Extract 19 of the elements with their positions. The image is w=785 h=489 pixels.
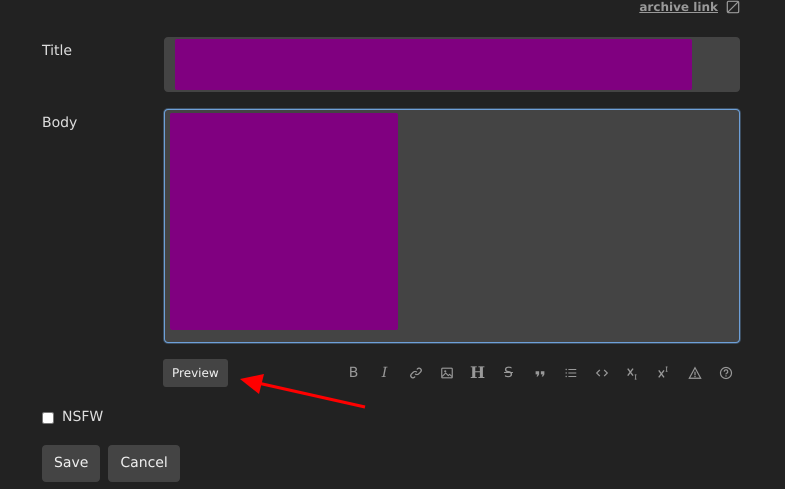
cancel-button[interactable]: Cancel <box>108 445 180 482</box>
superscript-icon[interactable] <box>656 366 670 380</box>
subscript-icon[interactable] <box>626 366 640 380</box>
strikethrough-button[interactable]: S <box>493 362 524 384</box>
italic-button[interactable]: I <box>369 362 400 384</box>
bold-button[interactable]: B <box>338 362 369 384</box>
archive-link[interactable]: archive link <box>639 0 718 14</box>
list-icon[interactable] <box>564 366 578 380</box>
preview-button[interactable]: Preview <box>163 359 228 387</box>
warning-icon[interactable] <box>688 366 702 380</box>
nsfw-checkbox[interactable] <box>42 412 54 424</box>
link-icon[interactable] <box>408 366 422 380</box>
field-label: Title <box>42 42 74 61</box>
save-button[interactable]: Save <box>42 445 100 482</box>
field-label: Body <box>42 114 78 133</box>
help-icon[interactable] <box>718 366 732 380</box>
title-field[interactable] <box>164 37 740 92</box>
checkbox-label: NSFW <box>62 408 104 427</box>
header-button[interactable]: H <box>462 362 493 384</box>
